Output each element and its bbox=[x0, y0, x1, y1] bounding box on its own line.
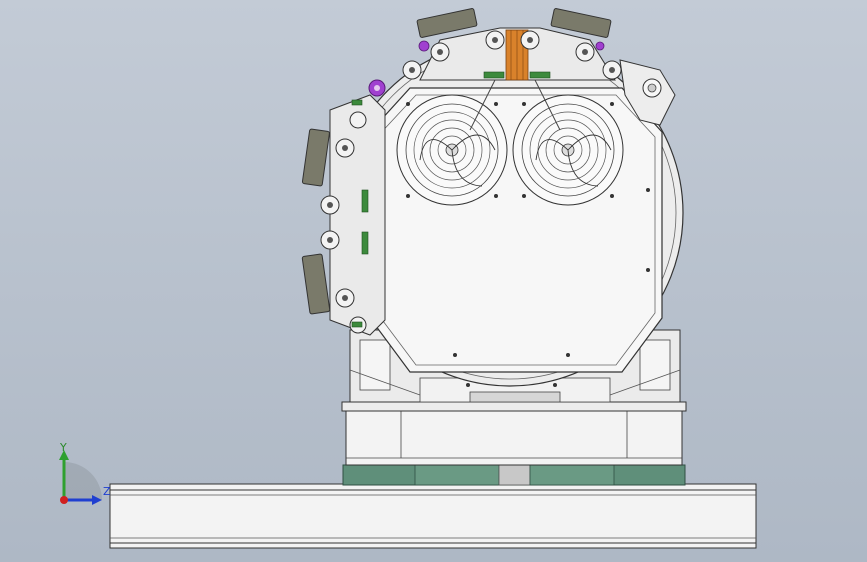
fan-right[interactable] bbox=[512, 94, 624, 206]
cad-viewport[interactable]: Y Z bbox=[0, 0, 867, 562]
fan-left[interactable] bbox=[396, 94, 508, 206]
left-clamp-assembly[interactable] bbox=[301, 79, 386, 336]
z-axis-label: Z bbox=[103, 485, 111, 498]
assembly-model[interactable] bbox=[0, 0, 867, 562]
coordinate-triad[interactable] bbox=[48, 440, 118, 510]
base-block[interactable] bbox=[341, 401, 687, 466]
base-rail[interactable] bbox=[109, 483, 757, 549]
y-axis-label: Y bbox=[60, 441, 67, 454]
mounting-pads[interactable] bbox=[342, 464, 686, 486]
x-axis-dot bbox=[60, 496, 68, 504]
